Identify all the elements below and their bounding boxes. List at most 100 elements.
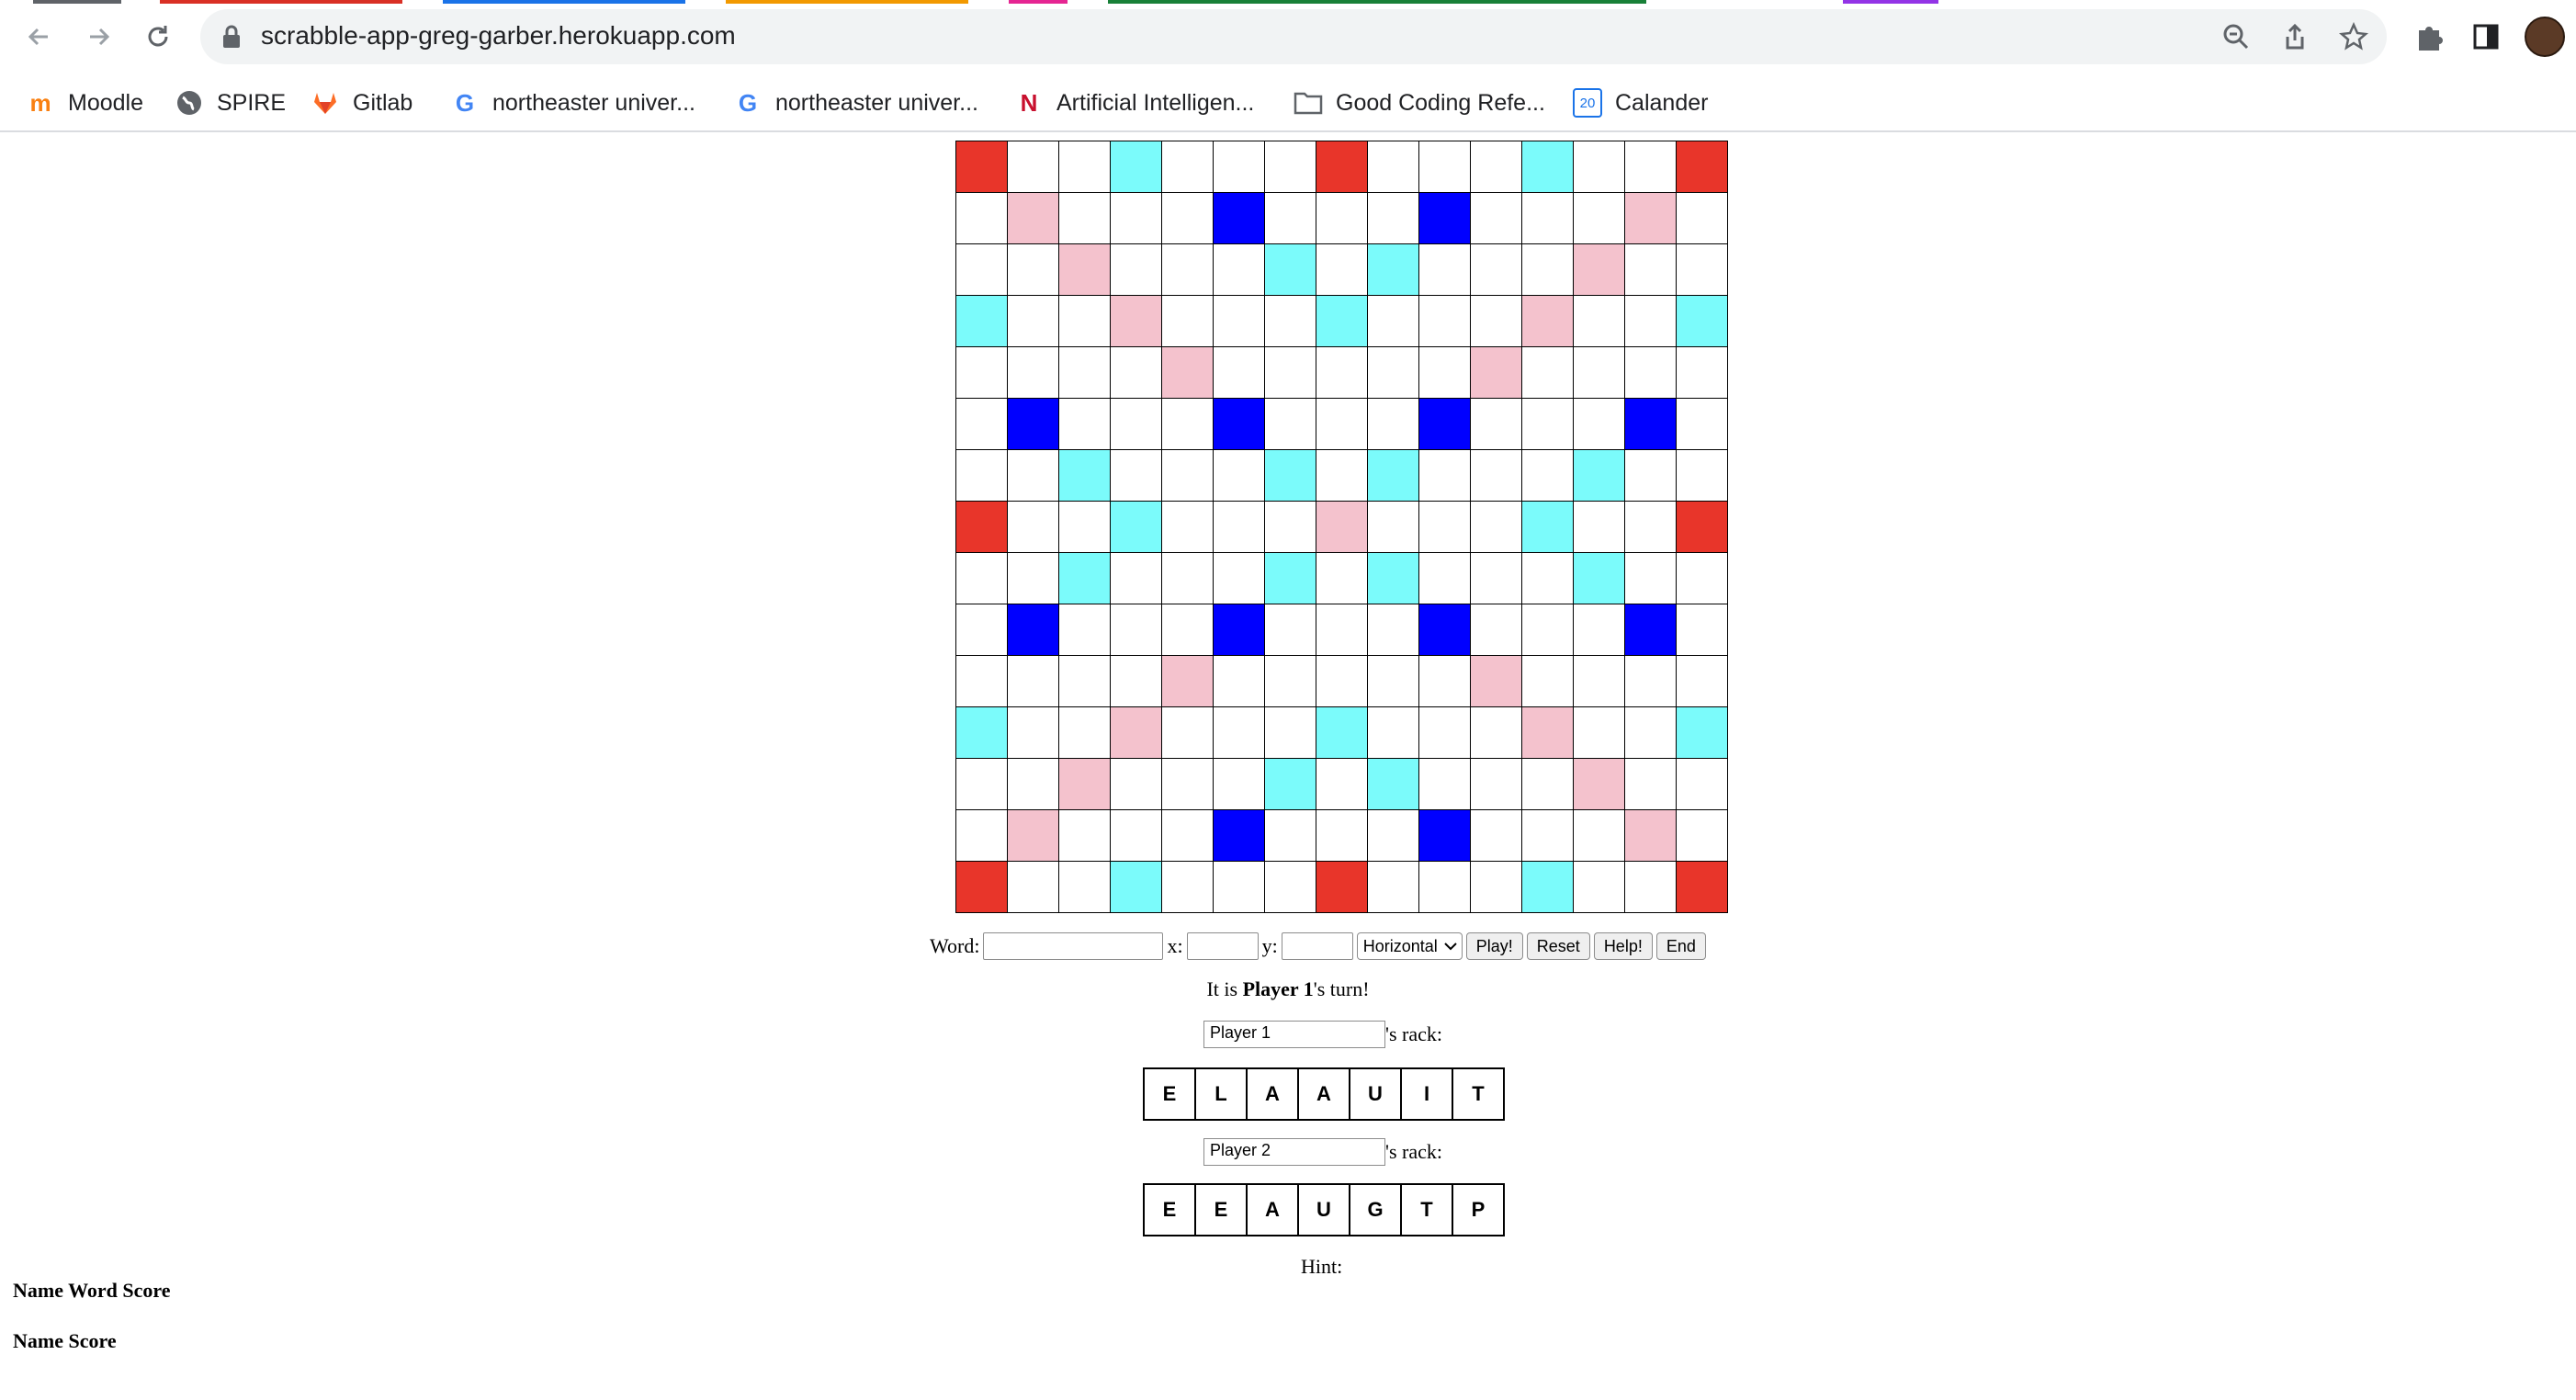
board-cell[interactable]	[1265, 244, 1316, 296]
board-cell[interactable]	[1522, 553, 1574, 604]
rack-tile[interactable]: E	[1145, 1069, 1196, 1121]
board-cell[interactable]	[1522, 450, 1574, 502]
rack-tile[interactable]: E	[1196, 1185, 1248, 1236]
zoom-icon[interactable]	[2220, 20, 2253, 53]
board-cell[interactable]	[1625, 810, 1677, 862]
rack-tile[interactable]: L	[1196, 1069, 1248, 1121]
board-cell[interactable]	[1214, 502, 1265, 553]
board-cell[interactable]	[1265, 810, 1316, 862]
board-cell[interactable]	[1316, 707, 1368, 759]
reset-button[interactable]: Reset	[1526, 932, 1590, 960]
board-cell[interactable]	[956, 296, 1008, 347]
board-cell[interactable]	[1625, 604, 1677, 656]
board-cell[interactable]	[1625, 862, 1677, 913]
board-cell[interactable]	[1419, 347, 1471, 399]
bookmark-google-1[interactable]: G northeaster univer...	[450, 85, 695, 121]
board-cell[interactable]	[1574, 656, 1625, 707]
back-button[interactable]	[18, 17, 59, 57]
board-cell[interactable]	[1059, 296, 1111, 347]
tab-indicator[interactable]	[726, 0, 968, 4]
board-cell[interactable]	[1677, 193, 1728, 244]
board-cell[interactable]	[1419, 244, 1471, 296]
board-cell[interactable]	[1522, 656, 1574, 707]
reload-button[interactable]	[138, 17, 178, 57]
board-cell[interactable]	[1265, 656, 1316, 707]
board-cell[interactable]	[1162, 656, 1214, 707]
board-cell[interactable]	[1419, 862, 1471, 913]
board-cell[interactable]	[1008, 810, 1059, 862]
board-cell[interactable]	[1162, 759, 1214, 810]
board-cell[interactable]	[1316, 450, 1368, 502]
board-cell[interactable]	[1419, 399, 1471, 450]
board-cell[interactable]	[1059, 862, 1111, 913]
board-cell[interactable]	[1214, 707, 1265, 759]
board-cell[interactable]	[1368, 193, 1419, 244]
tab-indicator[interactable]	[443, 0, 685, 4]
board-cell[interactable]	[1008, 707, 1059, 759]
y-input[interactable]	[1281, 932, 1353, 960]
bookmark-google-2[interactable]: G northeaster univer...	[733, 85, 978, 121]
board-cell[interactable]	[956, 759, 1008, 810]
board-cell[interactable]	[1368, 759, 1419, 810]
rack-tile[interactable]: A	[1248, 1185, 1299, 1236]
board-cell[interactable]	[1059, 450, 1111, 502]
board-cell[interactable]	[1316, 141, 1368, 193]
board-cell[interactable]	[1111, 296, 1162, 347]
board-cell[interactable]	[1522, 399, 1574, 450]
board-cell[interactable]	[1574, 862, 1625, 913]
board-cell[interactable]	[1008, 862, 1059, 913]
board-cell[interactable]	[956, 502, 1008, 553]
board-cell[interactable]	[1677, 656, 1728, 707]
rack-tile[interactable]: T	[1402, 1185, 1453, 1236]
board-cell[interactable]	[1111, 810, 1162, 862]
forward-button[interactable]	[79, 17, 119, 57]
board-cell[interactable]	[1522, 244, 1574, 296]
board-cell[interactable]	[1471, 707, 1522, 759]
board-cell[interactable]	[1008, 193, 1059, 244]
board-cell[interactable]	[1059, 656, 1111, 707]
board-cell[interactable]	[1059, 193, 1111, 244]
profile-avatar[interactable]	[2525, 17, 2565, 57]
board-cell[interactable]	[1677, 399, 1728, 450]
board-cell[interactable]	[1059, 707, 1111, 759]
help-button[interactable]: Help!	[1593, 932, 1653, 960]
board-cell[interactable]	[1316, 810, 1368, 862]
board-cell[interactable]	[1059, 141, 1111, 193]
board-cell[interactable]	[1471, 347, 1522, 399]
board-cell[interactable]	[1008, 656, 1059, 707]
board-cell[interactable]	[1471, 399, 1522, 450]
board-cell[interactable]	[1625, 656, 1677, 707]
board-cell[interactable]	[1265, 604, 1316, 656]
board-cell[interactable]	[1059, 604, 1111, 656]
address-bar[interactable]: scrabble-app-greg-garber.herokuapp.com	[200, 9, 2387, 64]
board-cell[interactable]	[1368, 399, 1419, 450]
tab-indicator[interactable]	[160, 0, 402, 4]
end-button[interactable]: End	[1655, 932, 1706, 960]
board-cell[interactable]	[1419, 450, 1471, 502]
board-cell[interactable]	[1111, 656, 1162, 707]
board-cell[interactable]	[1574, 450, 1625, 502]
board-cell[interactable]	[1316, 553, 1368, 604]
board-cell[interactable]	[1368, 707, 1419, 759]
board-cell[interactable]	[1214, 553, 1265, 604]
board-cell[interactable]	[1316, 604, 1368, 656]
board-cell[interactable]	[1008, 502, 1059, 553]
word-input[interactable]	[983, 932, 1164, 960]
board-cell[interactable]	[1471, 810, 1522, 862]
board-cell[interactable]	[1574, 810, 1625, 862]
board-cell[interactable]	[1574, 759, 1625, 810]
board-cell[interactable]	[1111, 502, 1162, 553]
board-cell[interactable]	[1677, 347, 1728, 399]
board-cell[interactable]	[1625, 193, 1677, 244]
board-cell[interactable]	[1677, 141, 1728, 193]
board-cell[interactable]	[1162, 502, 1214, 553]
board-cell[interactable]	[1419, 502, 1471, 553]
board-cell[interactable]	[1574, 399, 1625, 450]
player2-name-input[interactable]: Player 2	[1203, 1138, 1385, 1166]
board-cell[interactable]	[1522, 707, 1574, 759]
board-cell[interactable]	[1574, 193, 1625, 244]
board-cell[interactable]	[1265, 347, 1316, 399]
board-cell[interactable]	[1625, 296, 1677, 347]
board-cell[interactable]	[1419, 810, 1471, 862]
extensions-puzzle-icon[interactable]	[2409, 17, 2449, 57]
